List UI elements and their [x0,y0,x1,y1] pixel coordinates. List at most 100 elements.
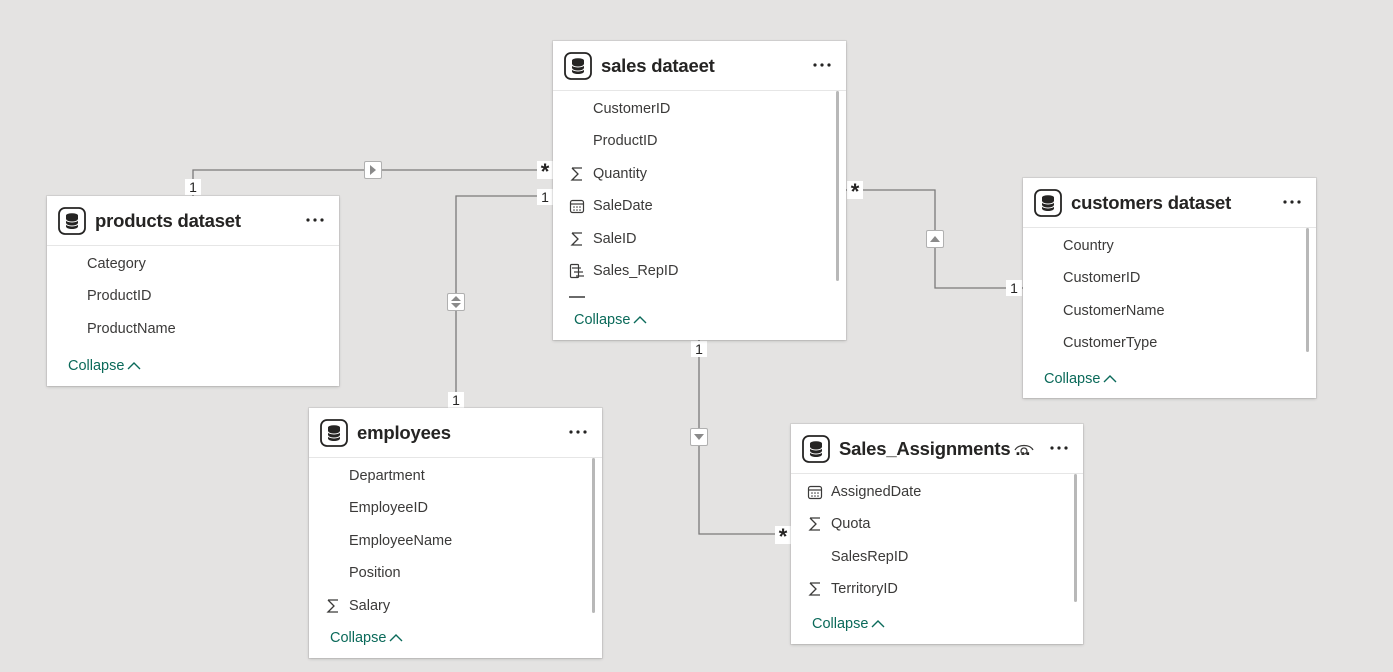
collapse-label: Collapse [574,312,631,328]
collapse-label: Collapse [812,616,869,632]
field-item[interactable]: SaleDate [569,195,653,217]
field-name: SaleID [593,231,637,247]
collapse-button[interactable]: Collapse [1044,371,1117,387]
collapse-label: Collapse [68,358,125,374]
field-name: CustomerName [1063,303,1165,319]
field-item[interactable]: ProductID [87,285,151,307]
field-name: ProductName [87,321,176,337]
database-icon [58,207,86,235]
field-item[interactable]: ProductName [87,318,176,340]
cardinality-one-label: 1 [691,341,707,357]
field-item[interactable]: EmployeeName [349,530,452,552]
database-icon [802,435,830,463]
field-name: CustomerID [1063,270,1141,286]
field-item[interactable]: Quantity [570,163,647,185]
collapse-button[interactable]: Collapse [330,630,403,646]
field-item[interactable]: CustomerID [593,98,670,120]
sigma-icon [570,167,582,181]
field-name: SaleDate [593,198,653,214]
more-options-icon[interactable] [1281,192,1303,212]
table-card-products[interactable]: products dataset Category ProductID Prod… [47,196,339,386]
cardinality-one-label: 1 [1006,280,1022,296]
field-item[interactable]: TerritoryID [808,578,898,600]
relationship-line-employees-sales [455,195,553,408]
collapse-button[interactable]: Collapse [574,312,647,328]
field-name: AssignedDate [831,484,922,500]
cardinality-many-label: * [775,526,791,548]
field-name: Category [87,256,146,272]
field-name: Position [349,565,401,581]
table-title: customers dataset [1071,192,1232,213]
cardinality-many-label: * [847,181,863,203]
table-card-employees[interactable]: employees Department EmployeeID Employee… [309,408,602,658]
filter-direction-down-icon[interactable] [690,428,708,446]
table-card-sales[interactable]: sales dataeet CustomerID ProductID Quant… [553,41,846,340]
scrollbar[interactable] [1074,474,1077,602]
truncated-field-fragment [569,296,585,301]
table-title: Sales_Assignments ... [839,438,1031,459]
field-item[interactable]: CustomerType [1063,332,1157,354]
field-name: Quantity [593,166,647,182]
chevron-up-icon [127,362,141,370]
field-name: CustomerID [593,101,671,117]
table-card-customers[interactable]: customers dataset Country CustomerID Cus… [1023,178,1316,398]
field-list: CustomerID ProductID Quantity SaleDate S… [553,91,846,301]
field-name: EmployeeName [349,533,453,549]
field-item[interactable]: Quota [808,513,871,535]
table-title: employees [357,422,451,443]
field-name: Department [349,468,425,484]
field-name: ProductID [593,133,658,149]
database-icon [320,419,348,447]
cardinality-one-label: 1 [537,189,553,205]
field-item[interactable]: SalesRepID [831,546,908,568]
field-item[interactable]: AssignedDate [807,481,922,503]
collapse-label: Collapse [330,630,387,646]
field-item[interactable]: SaleID [570,228,637,250]
field-item[interactable]: Position [349,562,401,584]
field-item[interactable]: CustomerName [1063,300,1165,322]
relationship-line-sales-assignments [698,340,791,535]
table-header[interactable]: sales dataeet [553,41,846,91]
table-header[interactable]: customers dataset [1023,178,1316,228]
more-options-icon[interactable] [811,55,833,75]
field-item[interactable]: Department [349,465,425,487]
collapse-button[interactable]: Collapse [68,358,141,374]
sigma-icon [808,517,820,531]
collapse-button[interactable]: Collapse [812,616,885,632]
chevron-up-icon [871,620,885,628]
more-options-icon[interactable] [304,210,326,230]
scrollbar[interactable] [592,458,595,613]
filter-direction-right-icon[interactable] [364,161,382,179]
table-header[interactable]: Sales_Assignments ... [791,424,1083,474]
field-name: ProductID [87,288,152,304]
scrollbar[interactable] [836,91,839,281]
field-item[interactable]: EmployeeID [349,497,428,519]
more-options-icon[interactable] [1048,438,1070,458]
database-icon [564,52,592,80]
table-header[interactable]: products dataset [47,196,339,246]
field-item[interactable]: Salary [326,595,391,617]
field-name: CustomerType [1063,335,1158,351]
more-options-icon[interactable] [567,422,589,442]
field-name: Salary [349,598,391,614]
cardinality-one-label: 1 [448,392,464,408]
model-canvas: 1 * 1 1 * 1 1 * products dataset Categor… [0,0,1393,672]
sigma-icon [326,599,338,613]
field-item[interactable]: Category [87,253,146,275]
field-item[interactable]: CustomerID [1063,267,1140,289]
table-card-sales-assignments[interactable]: Sales_Assignments ... AssignedDate Quota… [791,424,1083,644]
field-item[interactable]: Sales_RepID [569,260,679,282]
field-item[interactable]: ProductID [593,130,657,152]
scrollbar[interactable] [1306,228,1309,352]
visibility-icon[interactable] [1013,441,1035,457]
table-header[interactable]: employees [309,408,602,458]
filter-direction-both-icon[interactable] [447,293,465,311]
calendar-icon [569,199,585,214]
field-name: SalesRepID [831,549,909,565]
field-item[interactable]: Country [1063,235,1114,257]
chevron-up-icon [1103,375,1117,383]
filter-direction-up-icon[interactable] [926,230,944,248]
sigma-icon [570,232,582,246]
table-title: sales dataeet [601,55,715,76]
field-name: Sales_RepID [593,263,679,279]
